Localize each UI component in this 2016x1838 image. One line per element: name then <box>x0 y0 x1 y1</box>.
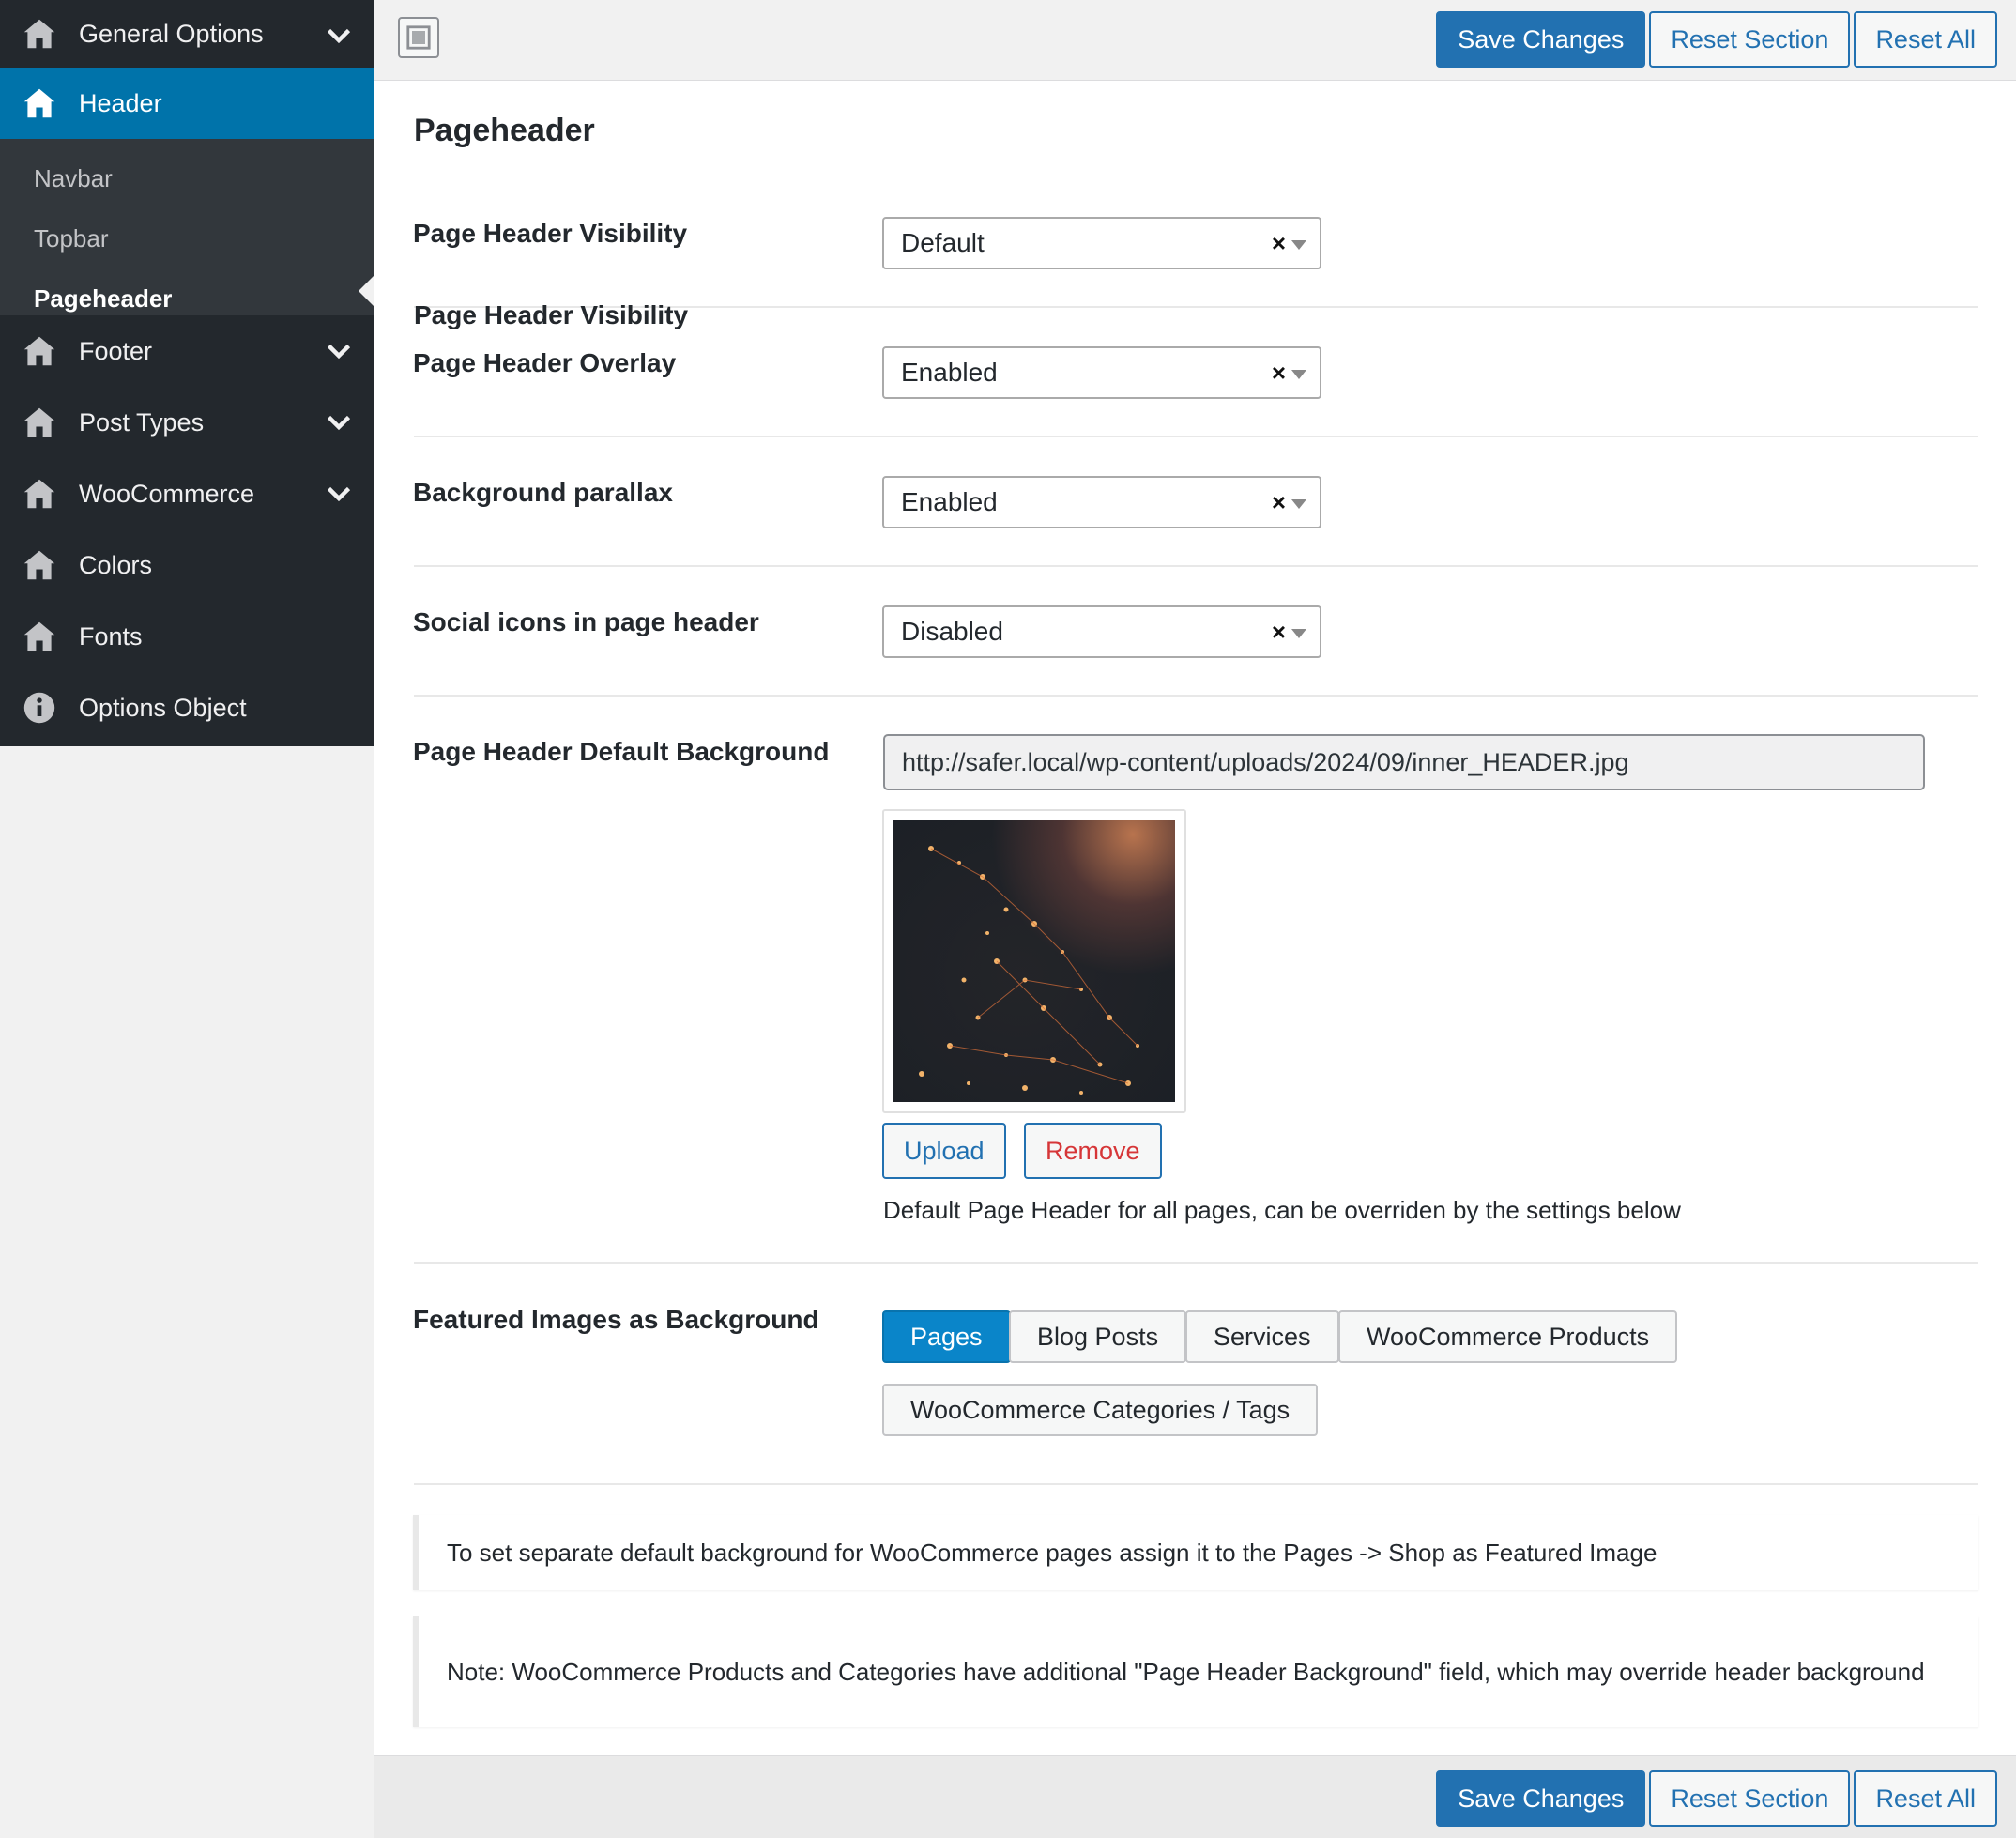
options-panel: Pageheader Page Header Visibility <box>374 81 2016 1755</box>
sidebar-item-label: Post Types <box>79 407 205 437</box>
home-icon <box>23 334 56 368</box>
info-notice: To set separate default background for W… <box>413 1515 1978 1590</box>
dropdown-arrow-icon <box>1291 370 1306 379</box>
field-label-overlay: Page Header Overlay <box>413 348 677 377</box>
field-label-featured: Featured Images as Background <box>413 1305 819 1334</box>
info-icon <box>23 691 56 725</box>
sidebar-item-footer[interactable]: Footer <box>0 315 374 387</box>
sidebar-item-general-options[interactable]: General Options <box>0 0 374 68</box>
field-label-background: Page Header Default Background <box>413 737 830 766</box>
sidebar-item-label: Options Object <box>79 693 247 722</box>
sidebar-item-fonts[interactable]: Fonts <box>0 601 374 672</box>
reset-all-button[interactable]: Reset All <box>1854 11 1997 68</box>
social-icons-select[interactable]: Disabled × <box>882 605 1321 658</box>
options-sidebar: General Options Header Navbar Topbar Pag… <box>0 0 374 746</box>
dropdown-arrow-icon <box>1291 499 1306 509</box>
sidebar-item-label: Footer <box>79 336 153 365</box>
dropdown-arrow-icon <box>1291 629 1306 638</box>
submenu-item-navbar[interactable]: Navbar <box>0 148 374 208</box>
sidebar-item-label: Colors <box>79 550 153 579</box>
home-icon <box>23 86 56 120</box>
chevron-down-icon <box>327 344 351 360</box>
home-icon <box>23 17 56 51</box>
top-toolbar: Save Changes Reset Section Reset All <box>374 0 2016 81</box>
info-notice: Note: WooCommerce Products and Categorie… <box>413 1616 1978 1727</box>
home-icon <box>23 620 56 653</box>
select-value: Disabled <box>901 617 1003 646</box>
featured-option-blog-posts[interactable]: Blog Posts <box>1009 1310 1187 1363</box>
home-icon <box>23 548 56 582</box>
submenu-item-topbar[interactable]: Topbar <box>0 208 374 268</box>
sidebar-item-post-types[interactable]: Post Types <box>0 387 374 458</box>
reset-all-button[interactable]: Reset All <box>1854 1770 1997 1827</box>
featured-option-services[interactable]: Services <box>1185 1310 1339 1363</box>
layout-toggle-icon[interactable] <box>398 17 439 58</box>
visibility-select[interactable]: Default × <box>882 217 1321 269</box>
sidebar-item-label: Fonts <box>79 621 143 651</box>
toolbar-actions: Save Changes Reset Section Reset All <box>1436 1770 1997 1827</box>
select-value: Enabled <box>901 487 998 516</box>
save-button[interactable]: Save Changes <box>1436 1770 1646 1827</box>
clear-icon[interactable]: × <box>1272 488 1286 517</box>
notice-text: Note: WooCommerce Products and Categorie… <box>447 1658 1925 1686</box>
chevron-down-icon <box>327 415 351 431</box>
save-button[interactable]: Save Changes <box>1436 11 1646 68</box>
dropdown-arrow-icon <box>1291 240 1306 250</box>
parallax-select[interactable]: Enabled × <box>882 476 1321 528</box>
clear-icon[interactable]: × <box>1272 618 1286 647</box>
overlay-select[interactable]: Enabled × <box>882 346 1321 399</box>
field-label-visibility: Page Header Visibility <box>413 219 688 248</box>
featured-option-woocommerce-products[interactable]: WooCommerce Products <box>1338 1310 1678 1363</box>
background-url-field[interactable] <box>883 734 1925 790</box>
featured-option-pages[interactable]: Pages <box>882 1310 1011 1363</box>
page-title: Pageheader <box>414 113 595 148</box>
select-value: Enabled <box>901 358 998 387</box>
select-value: Default <box>901 228 985 257</box>
background-help-text: Default Page Header for all pages, can b… <box>883 1196 1681 1224</box>
reset-section-button[interactable]: Reset Section <box>1649 11 1851 68</box>
chevron-down-icon <box>327 486 351 502</box>
field-row-featured <box>414 1264 1978 1485</box>
current-item-pointer <box>359 276 374 306</box>
sidebar-item-label: Header <box>79 88 162 117</box>
clear-icon[interactable]: × <box>1272 229 1286 258</box>
background-preview-image <box>893 820 1175 1102</box>
home-icon <box>23 406 56 439</box>
background-preview <box>882 809 1186 1113</box>
field-label-social: Social icons in page header <box>413 607 759 636</box>
bottom-toolbar: Save Changes Reset Section Reset All <box>374 1755 2016 1838</box>
featured-option-woocommerce-categories[interactable]: WooCommerce Categories / Tags <box>882 1384 1319 1436</box>
field-label-parallax: Background parallax <box>413 478 673 507</box>
sidebar-item-label: WooCommerce <box>79 479 255 508</box>
clear-icon[interactable]: × <box>1272 359 1286 388</box>
upload-button[interactable]: Upload <box>882 1123 1006 1179</box>
sidebar-item-label: General Options <box>79 19 264 48</box>
notice-text: To set separate default background for W… <box>447 1539 1657 1567</box>
reset-section-button[interactable]: Reset Section <box>1649 1770 1851 1827</box>
remove-button[interactable]: Remove <box>1024 1123 1162 1179</box>
toolbar-actions: Save Changes Reset Section Reset All <box>1436 11 1997 68</box>
chevron-down-icon <box>327 28 351 44</box>
sidebar-item-woocommerce[interactable]: WooCommerce <box>0 458 374 529</box>
header-submenu: Navbar Topbar Pageheader <box>0 139 374 315</box>
sidebar-item-header[interactable]: Header <box>0 68 374 139</box>
sidebar-item-colors[interactable]: Colors <box>0 529 374 601</box>
sidebar-item-options-object[interactable]: Options Object <box>0 672 374 743</box>
home-icon <box>23 477 56 511</box>
